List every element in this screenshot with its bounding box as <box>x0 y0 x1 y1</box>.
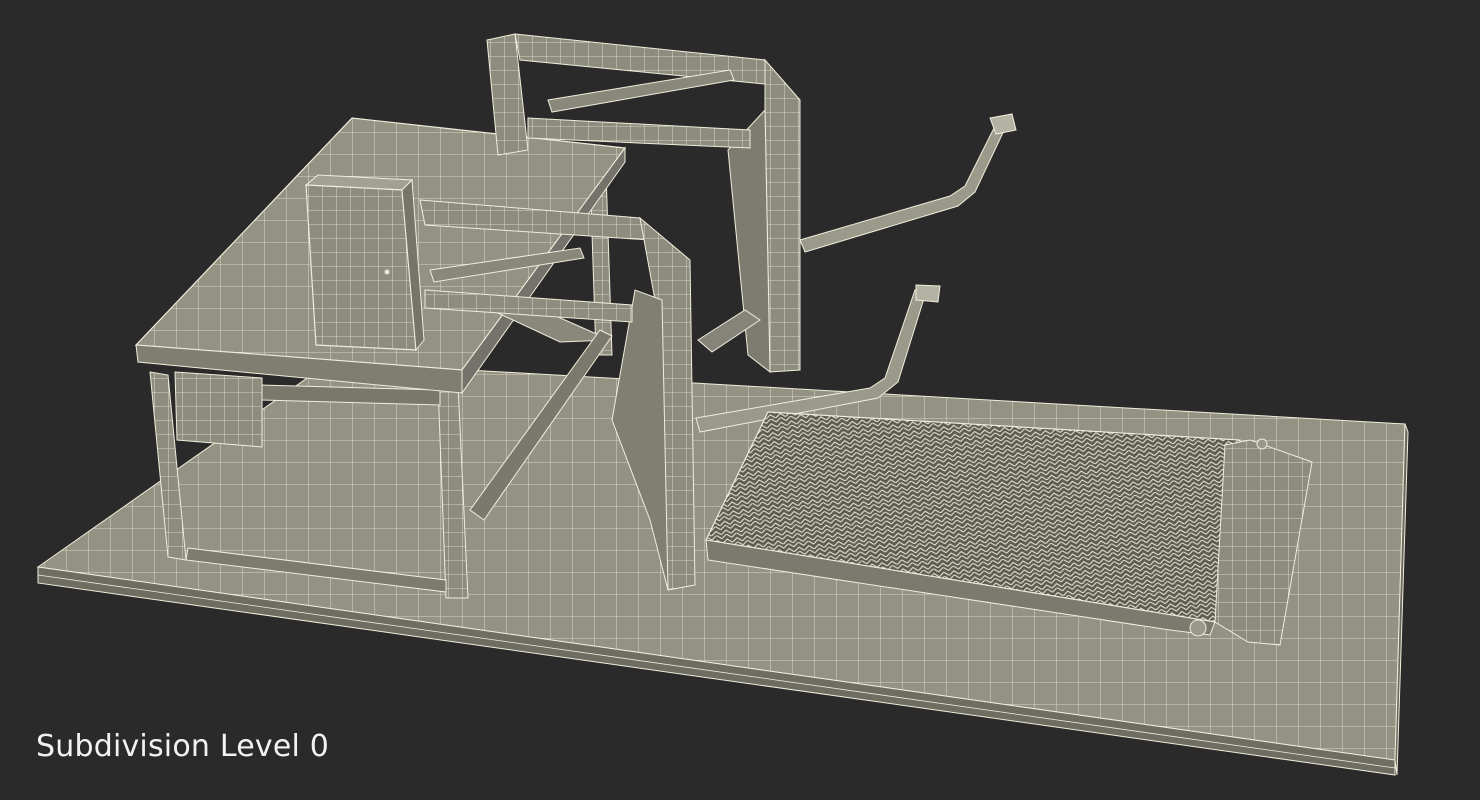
back-handle <box>799 113 1017 253</box>
wireframe-model-render <box>36 33 1409 776</box>
control-box <box>304 174 425 352</box>
viewport-caption: Subdivision Level 0 <box>36 729 330 764</box>
3d-viewport[interactable]: Subdivision Level 0 <box>0 0 1480 800</box>
